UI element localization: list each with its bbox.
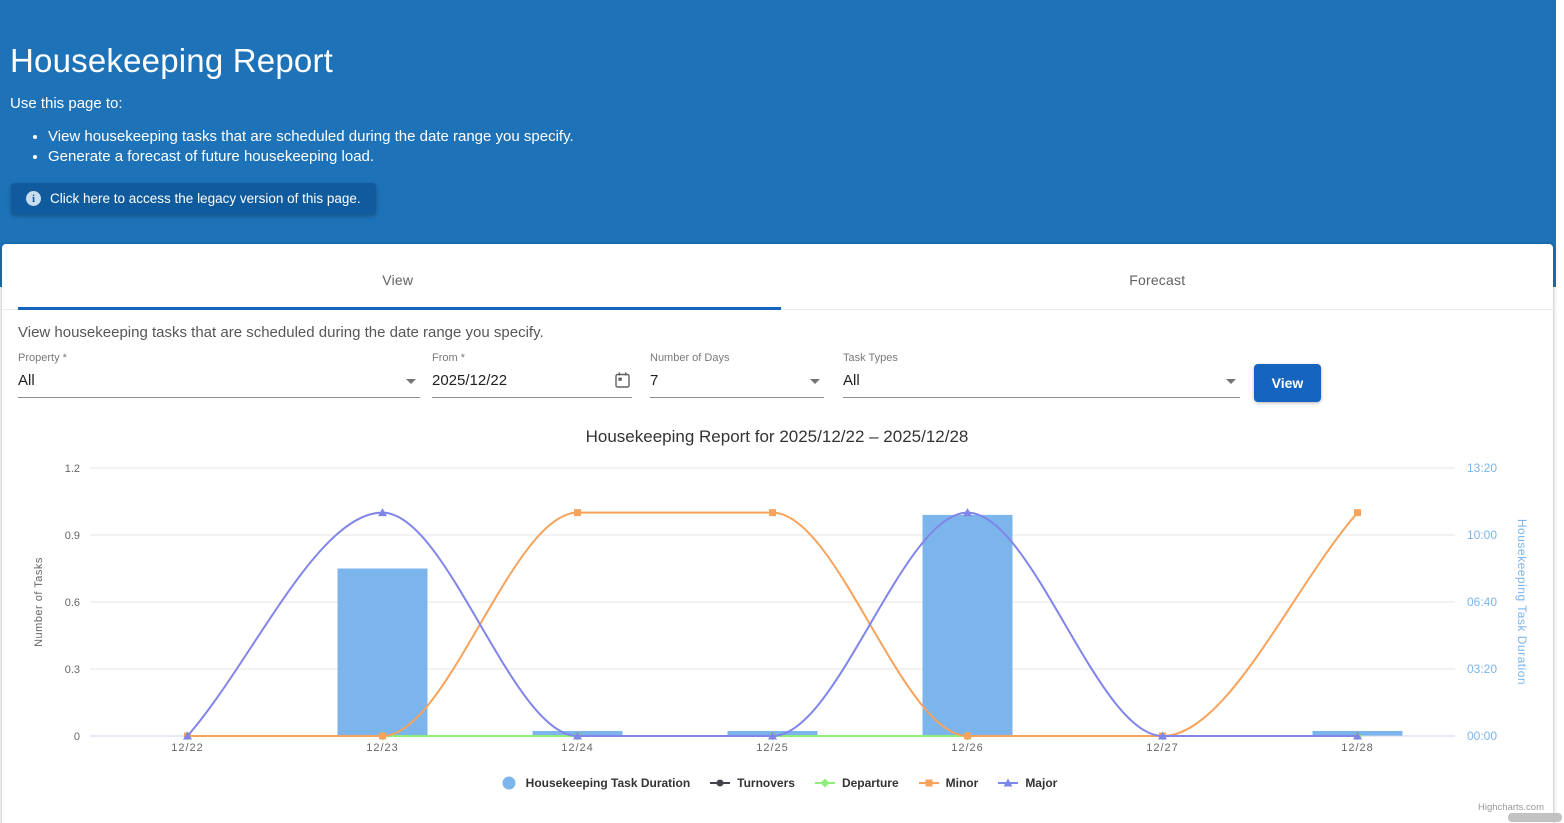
circle-legend-marker-icon bbox=[709, 776, 731, 790]
legend-item-departure[interactable]: Departure bbox=[814, 776, 899, 790]
legacy-version-button[interactable]: i Click here to access the legacy versio… bbox=[11, 183, 376, 214]
yaxis-left-tick: 0.6 bbox=[65, 597, 80, 609]
tab-view[interactable]: View bbox=[18, 254, 778, 306]
chevron-down-icon bbox=[1226, 379, 1236, 384]
xaxis-tick: 12/22 bbox=[171, 742, 204, 754]
xaxis-tick: 12/27 bbox=[1146, 742, 1179, 754]
xaxis-tick: 12/23 bbox=[366, 742, 399, 754]
from-value: 2025/12/22 bbox=[432, 372, 608, 389]
hero-bullet: Generate a forecast of future housekeepi… bbox=[48, 147, 1556, 167]
yaxis-right-title: Housekeeping Task Duration bbox=[1515, 519, 1529, 685]
legend-item-turnovers[interactable]: Turnovers bbox=[709, 776, 795, 790]
hero-bullet-list: View housekeeping tasks that are schedul… bbox=[12, 127, 1556, 166]
content-card: View Forecast View housekeeping tasks th… bbox=[2, 244, 1553, 823]
page: Housekeeping Report Use this page to: Vi… bbox=[0, 0, 1564, 823]
property-select[interactable]: Property * All bbox=[18, 352, 420, 402]
yaxis-right-tick: 03:20 bbox=[1467, 662, 1497, 676]
xaxis-tick: 12/25 bbox=[756, 742, 789, 754]
yaxis-right-tick: 06:40 bbox=[1467, 595, 1497, 609]
tab-bar: View Forecast bbox=[18, 254, 1537, 306]
xaxis-tick: 12/24 bbox=[561, 742, 594, 754]
legend-label: Departure bbox=[842, 776, 899, 790]
view-button[interactable]: View bbox=[1254, 364, 1321, 402]
number-of-days-select[interactable]: Number of Days 7 bbox=[650, 352, 824, 402]
legend-label: Turnovers bbox=[737, 776, 795, 790]
triangle-legend-marker-icon bbox=[997, 776, 1019, 790]
task-types-select[interactable]: Task Types All bbox=[843, 352, 1240, 402]
hero-subtitle: Use this page to: bbox=[10, 95, 1556, 112]
field-underline bbox=[18, 397, 420, 398]
task-types-value: All bbox=[843, 372, 1216, 389]
panel-description: View housekeeping tasks that are schedul… bbox=[18, 324, 544, 341]
scrollbar-thumb[interactable] bbox=[1508, 813, 1562, 822]
vertical-scrollbar-track[interactable] bbox=[1556, 0, 1564, 823]
chart-grid: 0 00:00 0.3 03:20 0.6 06:40 0.9 10:00 1.2 13:20 bbox=[65, 461, 1498, 743]
calendar-icon[interactable] bbox=[615, 372, 630, 393]
number-of-days-value: 7 bbox=[650, 372, 800, 389]
field-underline bbox=[843, 397, 1240, 398]
legend-item-minor[interactable]: Minor bbox=[918, 776, 979, 790]
property-label: Property * bbox=[18, 352, 67, 364]
task-types-label: Task Types bbox=[843, 352, 898, 364]
property-value: All bbox=[18, 372, 396, 389]
xaxis-tick: 12/28 bbox=[1341, 742, 1374, 754]
tab-forecast[interactable]: Forecast bbox=[778, 254, 1538, 306]
yaxis-left-tick: 0.9 bbox=[65, 530, 80, 542]
chevron-down-icon bbox=[810, 379, 820, 384]
chart-title: Housekeeping Report for 2025/12/22 – 202… bbox=[586, 427, 969, 446]
active-tab-indicator bbox=[18, 307, 781, 310]
legend-label: Housekeeping Task Duration bbox=[526, 776, 690, 790]
number-of-days-label: Number of Days bbox=[650, 352, 729, 364]
field-underline bbox=[650, 397, 824, 398]
legend-item-housekeeping-task-duration[interactable]: Housekeeping Task Duration bbox=[498, 776, 690, 790]
from-date-field[interactable]: From * 2025/12/22 bbox=[432, 352, 632, 402]
hero-bullet: View housekeeping tasks that are schedul… bbox=[48, 127, 1556, 147]
circle-legend-marker-icon bbox=[498, 776, 520, 790]
yaxis-right-tick: 13:20 bbox=[1467, 461, 1497, 475]
chart-canvas: Housekeeping Report for 2025/12/22 – 202… bbox=[2, 414, 1553, 822]
yaxis-left-tick: 1.2 bbox=[65, 463, 80, 475]
highcharts-credits[interactable]: Highcharts.com bbox=[1478, 802, 1544, 813]
field-underline bbox=[432, 397, 632, 398]
yaxis-left-title: Number of Tasks bbox=[33, 557, 45, 647]
square-legend-marker-icon bbox=[918, 776, 940, 790]
chevron-down-icon bbox=[406, 379, 416, 384]
xaxis-tick: 12/26 bbox=[951, 742, 984, 754]
legend-label: Minor bbox=[946, 776, 979, 790]
housekeeping-chart: Housekeeping Report for 2025/12/22 – 202… bbox=[2, 414, 1553, 822]
from-label: From * bbox=[432, 352, 465, 364]
info-icon: i bbox=[26, 191, 41, 206]
yaxis-left-tick: 0.3 bbox=[65, 664, 80, 676]
legend-item-major[interactable]: Major bbox=[997, 776, 1057, 790]
page-title: Housekeeping Report bbox=[10, 42, 1556, 80]
legend-label: Major bbox=[1025, 776, 1057, 790]
yaxis-right-tick: 00:00 bbox=[1467, 729, 1497, 743]
yaxis-right-tick: 10:00 bbox=[1467, 528, 1497, 542]
diamond-legend-marker-icon bbox=[814, 776, 836, 790]
yaxis-left-tick: 0 bbox=[74, 731, 80, 743]
legacy-version-label: Click here to access the legacy version … bbox=[50, 191, 361, 206]
chart-legend: Housekeeping Task Duration Turnovers Depar… bbox=[2, 776, 1553, 790]
